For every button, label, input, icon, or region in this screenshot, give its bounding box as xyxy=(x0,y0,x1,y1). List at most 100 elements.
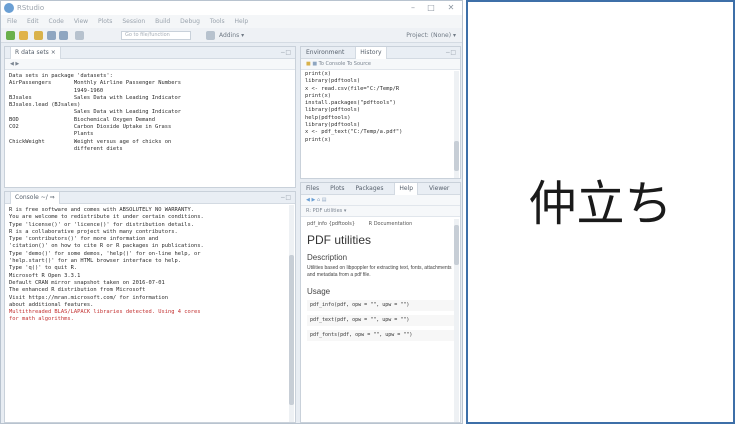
menu-session[interactable]: Session xyxy=(122,18,145,25)
data-sets-listing: Data sets in package 'datasets': AirPass… xyxy=(5,70,295,156)
minimize-button[interactable]: – xyxy=(406,2,420,14)
tab-viewer[interactable]: Viewer xyxy=(429,183,449,195)
menu-debug[interactable]: Debug xyxy=(180,18,200,25)
doc-topic-name: pdf_info {pdftools} xyxy=(307,221,356,227)
tab-packages[interactable]: Packages xyxy=(355,183,383,195)
maximize-button[interactable]: □ xyxy=(424,2,438,14)
history-entry[interactable]: x <- read.csv(file="C:/Temp/R xyxy=(305,86,456,93)
save-icon[interactable] xyxy=(47,31,56,40)
history-entry[interactable]: library(pdftools) xyxy=(305,78,456,85)
workspace-panes-icon[interactable] xyxy=(206,31,215,40)
new-file-icon[interactable] xyxy=(6,31,15,40)
help-pane: Files Plots Packages Help Viewer ◀ ▶ ⌂ ▤… xyxy=(300,182,461,423)
console-line: R is free software and comes with ABSOLU… xyxy=(9,207,194,213)
data-sets-line: Sales Data with Leading Indicator xyxy=(9,109,182,116)
console-scroll-thumb[interactable] xyxy=(289,255,294,405)
forward-arrow-icon[interactable]: ▶ xyxy=(311,197,315,203)
pane-window-controls[interactable]: −□ xyxy=(280,192,291,204)
console-line: 'help.start()' for an HTML browser inter… xyxy=(9,258,182,265)
doc-usage-line: pdf_fonts(pdf, opw = "", upw = "") xyxy=(307,330,454,341)
save-all-icon[interactable] xyxy=(59,31,68,40)
tab-r-data-sets[interactable]: R data sets × xyxy=(10,47,61,59)
console-line: Type 'demo()' for some demos, 'help()' f… xyxy=(9,250,201,257)
history-scrollbar[interactable] xyxy=(454,71,459,178)
menu-edit[interactable]: Edit xyxy=(27,18,39,25)
history-entry[interactable]: install.packages("pdftools") xyxy=(305,100,456,107)
history-entry[interactable]: help(pdftools) xyxy=(305,115,456,122)
console-warning-line: Multithreaded BLAS/LAPACK libraries dete… xyxy=(9,309,201,316)
menu-plots[interactable]: Plots xyxy=(98,18,112,25)
data-sets-line: ChickWeight Weight versus age of chicks … xyxy=(9,138,172,145)
help-scrollbar[interactable] xyxy=(454,219,459,422)
tab-files[interactable]: Files xyxy=(306,183,319,195)
project-menu[interactable]: Project: (None) ▾ xyxy=(406,30,456,41)
save-history-icon[interactable]: ■ xyxy=(312,61,317,67)
tab-history[interactable]: History xyxy=(355,47,387,59)
title-bar: RStudio – □ ✕ xyxy=(1,1,462,15)
history-entry[interactable]: x <- pdf_text("C:/Temp/a.pdf") xyxy=(305,129,456,136)
menu-bar: File Edit Code View Plots Session Build … xyxy=(1,15,462,28)
new-project-icon[interactable] xyxy=(19,31,28,40)
console-line: Type 'contributors()' for more informati… xyxy=(9,236,159,243)
data-sets-line: BJsales.lead (BJsales) xyxy=(9,102,81,109)
help-topic-dropdown[interactable]: R: PDF utilities ▾ xyxy=(306,208,346,214)
menu-code[interactable]: Code xyxy=(49,18,64,25)
history-entry[interactable]: print(x) xyxy=(305,93,456,100)
console-line: Type 'q()' to quit R. xyxy=(9,265,78,272)
history-entry[interactable]: library(pdftools) xyxy=(305,107,456,114)
console-line: Type 'license()' or 'licence()' for dist… xyxy=(9,221,194,228)
console-pane-header: Console ~/ ⇒ −□ xyxy=(5,192,295,204)
tab-environment[interactable]: Environment xyxy=(306,47,344,59)
load-history-icon[interactable]: ■ xyxy=(306,61,311,67)
home-icon[interactable]: ⌂ xyxy=(317,197,320,203)
addins-menu[interactable]: Addins ▾ xyxy=(219,30,244,41)
history-actions[interactable]: To Console To Source xyxy=(319,61,371,67)
data-sets-line: CO2 Carbon Dioxide Uptake in Grass xyxy=(9,124,172,131)
data-sets-line: AirPassengers Monthly Airline Passenger … xyxy=(9,80,182,87)
pane-window-controls[interactable]: −□ xyxy=(280,47,291,59)
history-entry[interactable]: library(pdftools) xyxy=(305,122,456,129)
print-icon[interactable]: ▤ xyxy=(322,197,327,203)
history-entry[interactable]: print(x) xyxy=(305,71,456,78)
data-sets-line: BOD Biochemical Oxygen Demand xyxy=(9,116,156,123)
data-sets-header: Data sets in package 'datasets': xyxy=(9,73,113,79)
caption-text: 仲立ち xyxy=(528,176,673,232)
doc-usage-line: pdf_text(pdf, opw = "", upw = "") xyxy=(307,315,454,326)
pane-window-controls[interactable]: −□ xyxy=(445,47,456,59)
tab-console[interactable]: Console ~/ ⇒ xyxy=(10,192,60,204)
history-entry[interactable]: print(x) xyxy=(305,137,456,144)
help-document: pdf_info {pdftools} R Documentation PDF … xyxy=(301,217,460,344)
rstudio-logo-icon xyxy=(4,3,14,13)
console-line: You are welcome to redistribute it under… xyxy=(9,214,204,221)
doc-description: Utilities based on libpoppler for extrac… xyxy=(307,265,452,278)
main-toolbar: Go to file/function Addins ▾ Project: (N… xyxy=(1,28,462,43)
history-scroll-thumb[interactable] xyxy=(454,141,459,171)
menu-view[interactable]: View xyxy=(74,18,88,25)
open-file-icon[interactable] xyxy=(34,31,43,40)
tab-help[interactable]: Help xyxy=(394,183,419,195)
menu-build[interactable]: Build xyxy=(155,18,170,25)
menu-file[interactable]: File xyxy=(7,18,17,25)
source-pane: R data sets × −□ ◀ ▶ Data sets in packag… xyxy=(4,46,296,188)
console-scrollbar[interactable] xyxy=(289,205,294,422)
console-line: Visit https://mran.microsoft.com/ for in… xyxy=(9,294,169,301)
help-scroll-thumb[interactable] xyxy=(454,225,459,265)
tab-plots[interactable]: Plots xyxy=(330,183,344,195)
menu-tools[interactable]: Tools xyxy=(210,18,225,25)
print-icon[interactable] xyxy=(75,31,84,40)
close-button[interactable]: ✕ xyxy=(444,2,458,14)
help-topic-bar: R: PDF utilities ▾ xyxy=(301,206,460,217)
menu-help[interactable]: Help xyxy=(235,18,249,25)
console-line: about additional features. xyxy=(9,301,94,308)
console-line: Microsoft R Open 3.3.1 xyxy=(9,272,81,279)
back-arrow-icon[interactable]: ◀ ▶ xyxy=(10,61,19,67)
go-to-file-input[interactable]: Go to file/function xyxy=(121,31,191,40)
caption-panel: 仲立ち xyxy=(466,0,735,424)
doc-header: pdf_info {pdftools} R Documentation xyxy=(307,220,454,228)
doc-usage-line: pdf_info(pdf, opw = "", upw = "") xyxy=(307,300,454,311)
console-warning-line: for math algorithms. xyxy=(9,316,74,323)
back-arrow-icon[interactable]: ◀ xyxy=(306,197,310,203)
console-output[interactable]: R is free software and comes with ABSOLU… xyxy=(5,204,295,327)
data-sets-line: 1949-1960 xyxy=(9,87,104,94)
help-nav-toolbar: ◀ ▶ ⌂ ▤ xyxy=(301,195,460,206)
